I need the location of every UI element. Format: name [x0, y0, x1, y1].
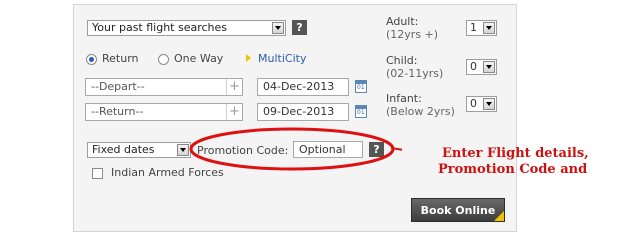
annotation-line-1: Enter Flight details,: [442, 146, 589, 161]
child-count-value: 0: [470, 60, 477, 73]
annotation-line-2: Promotion Code and: [438, 162, 588, 177]
return-label[interactable]: Return: [102, 52, 139, 65]
plus-icon[interactable]: +: [226, 104, 242, 120]
infant-count-select[interactable]: 0: [466, 96, 497, 112]
one-way-radio[interactable]: [158, 54, 169, 65]
multicity-arrow-icon: [246, 54, 251, 62]
past-searches-label: Your past flight searches: [92, 21, 228, 34]
indian-armed-forces-checkbox[interactable]: [92, 168, 103, 179]
chevron-down-icon[interactable]: [483, 22, 495, 34]
child-label: Child:: [386, 54, 418, 67]
chevron-down-icon[interactable]: [483, 98, 495, 110]
book-online-label: Book Online: [420, 204, 496, 217]
infant-label: Infant:: [386, 92, 422, 105]
book-online-button[interactable]: Book Online: [411, 198, 505, 222]
return-calendar-icon[interactable]: 01: [355, 105, 367, 118]
chevron-down-icon[interactable]: [272, 22, 284, 34]
infant-count-value: 0: [470, 97, 477, 110]
one-way-label[interactable]: One Way: [174, 52, 223, 65]
date-mode-value: Fixed dates: [92, 143, 155, 156]
adult-label: Adult:: [386, 15, 419, 28]
adult-count-value: 1: [470, 21, 477, 34]
infant-range: (Below 2yrs): [386, 105, 455, 118]
depart-city-field[interactable]: --Depart-- +: [85, 78, 243, 96]
return-date-value: 09-Dec-2013: [263, 105, 335, 118]
return-city-placeholder: --Return--: [91, 105, 144, 118]
child-range: (02-11yrs): [386, 67, 444, 80]
adult-range: (12yrs +): [386, 28, 439, 41]
past-searches-help-button[interactable]: ?: [292, 20, 307, 35]
adult-count-select[interactable]: 1: [466, 20, 497, 36]
depart-date-value: 04-Dec-2013: [263, 80, 335, 93]
annotation-ellipse: [189, 127, 402, 171]
child-count-select[interactable]: 0: [466, 59, 497, 75]
depart-city-placeholder: --Depart--: [91, 80, 145, 93]
return-city-field[interactable]: --Return-- +: [85, 103, 243, 121]
depart-date-field[interactable]: 04-Dec-2013: [257, 78, 349, 96]
corner-accent-icon: [494, 211, 504, 221]
past-searches-select[interactable]: Your past flight searches: [87, 20, 286, 36]
multicity-link[interactable]: MultiCity: [258, 52, 306, 65]
plus-icon[interactable]: +: [226, 79, 242, 95]
chevron-down-icon[interactable]: [483, 61, 495, 73]
date-mode-select[interactable]: Fixed dates: [87, 142, 191, 158]
return-date-field[interactable]: 09-Dec-2013: [257, 103, 349, 121]
return-radio[interactable]: [86, 54, 97, 65]
depart-calendar-icon[interactable]: 01: [355, 80, 367, 93]
